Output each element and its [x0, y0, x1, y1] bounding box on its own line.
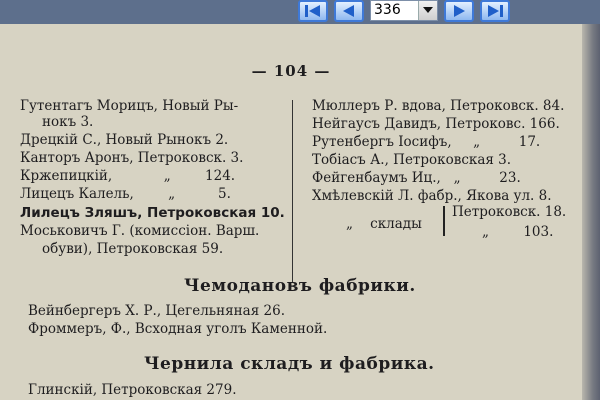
section-entry: Глинскій, Петроковская 279. — [28, 382, 237, 398]
page-number-select[interactable]: 336 — [370, 0, 438, 21]
right-entry: Мюллеръ Р. вдова, Петроковск. 84. — [312, 98, 565, 114]
first-page-button[interactable] — [298, 0, 328, 22]
right-entry: Петроковск. 18. — [452, 204, 567, 220]
right-entry: „ 103. — [482, 224, 554, 240]
page-number-header: — 104 — — [251, 62, 331, 80]
section-entry: Фроммеръ, Ф., Всходная уголъ Каменной. — [28, 321, 328, 337]
previous-page-button[interactable] — [334, 0, 364, 22]
left-entry: Кржепицкій, „ 124. — [20, 168, 236, 184]
right-entry: Тобіасъ А., Петроковская 3. — [312, 152, 512, 168]
column-divider — [292, 100, 293, 282]
document-page: — 104 — Гутентагъ Морицъ, Новый Ры- нокъ… — [0, 24, 582, 400]
right-entry: „ склады — [346, 216, 422, 232]
right-entry: Рутенбергъ Іосифъ, „ 17. — [312, 134, 541, 150]
left-entry: Канторъ Аронъ, Петроковск. 3. — [20, 150, 244, 166]
left-entry: нокъ 3. — [42, 114, 94, 130]
last-page-button[interactable] — [480, 0, 510, 22]
chevron-down-icon[interactable] — [418, 1, 437, 20]
section-heading: Чемодановъ фабрики. — [184, 276, 416, 296]
right-entry: Хмѣлевскій Л. фабр., Якова ул. 8. — [312, 188, 552, 204]
section-heading: Чернила складъ и фабрика. — [144, 354, 435, 374]
left-entry: Лицецъ Калель, „ 5. — [20, 186, 231, 202]
brace-mark — [443, 206, 449, 236]
right-entry: Фейгенбаумъ Иц., „ 23. — [312, 170, 521, 186]
page-edge — [582, 24, 600, 400]
viewer-toolbar: 336 — [0, 0, 600, 24]
page-number-value: 336 — [374, 2, 401, 18]
left-entry: обуви), Петроковская 59. — [42, 241, 224, 257]
left-entry-bold: Лилецъ Зляшъ, Петроковская 10. — [20, 205, 285, 221]
left-entry: Гутентагъ Морицъ, Новый Ры- — [20, 98, 239, 114]
next-page-button[interactable] — [444, 0, 474, 22]
section-entry: Вейнбергеръ Х. Р., Цегельняная 26. — [28, 303, 285, 319]
left-entry: Дрецкій С., Новый Рынокъ 2. — [20, 132, 229, 148]
right-entry: Нейгаусъ Давидъ, Петроковс. 166. — [312, 116, 560, 132]
left-entry: Моськовичъ Г. (комиссіон. Варш. — [20, 223, 260, 239]
